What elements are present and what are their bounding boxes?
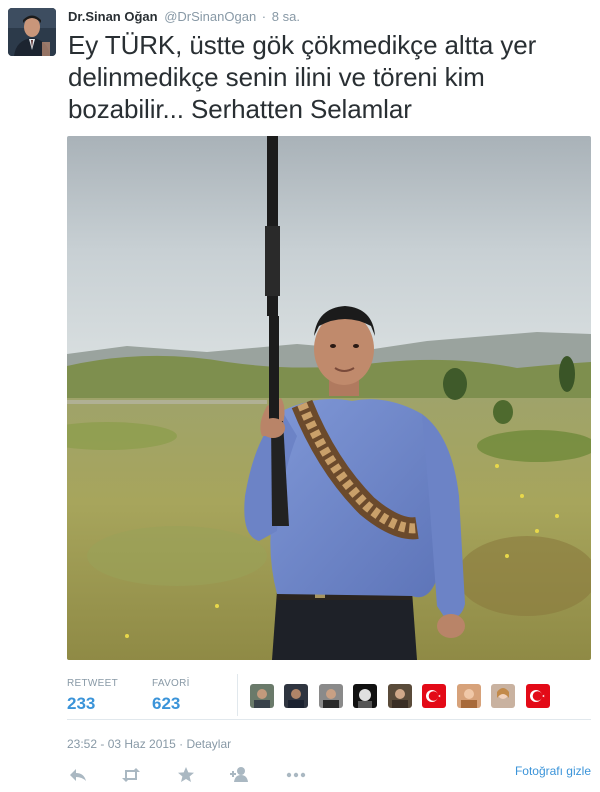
favoriter-avatars [250,684,556,710]
favoriter-avatar[interactable] [318,684,343,708]
retweet-label: RETWEET [67,678,118,689]
author-fullname[interactable]: Dr.Sinan Oğan [68,9,158,24]
favoriter-avatar[interactable] [284,684,309,708]
favoriter-avatar[interactable] [353,684,378,708]
favoriter-avatar[interactable] [456,684,481,708]
favoriter-avatar[interactable] [387,684,412,708]
favoriter-avatar[interactable] [491,684,516,708]
tweet-meta: 23:52 - 03 Haz 2015 · Detaylar [67,737,231,751]
details-link[interactable]: Detaylar [186,737,231,751]
author-username[interactable]: @DrSinanOgan [164,9,256,24]
tweet: Dr.Sinan Oğan @DrSinanOgan · 8 sa. Ey TÜ… [0,0,600,792]
tweet-photo[interactable] [67,136,591,660]
tweet-timestamp: 23:52 - 03 Haz 2015 [67,737,176,751]
hide-photo-link[interactable]: Fotoğrafı gizle [515,764,591,778]
favorite-stat[interactable]: FAVORİ 623 [152,678,190,715]
separator-dot: · [261,9,267,24]
profile-avatar[interactable] [8,8,56,56]
retweet-stat[interactable]: RETWEET 233 [67,678,118,715]
tweet-header: Dr.Sinan Oğan @DrSinanOgan · 8 sa. [68,9,300,25]
favorite-label: FAVORİ [152,678,190,689]
turkish-flag-avatar[interactable] [422,684,447,708]
tweet-time[interactable]: 8 sa. [272,9,300,24]
retweet-icon[interactable] [120,764,142,786]
meta-separator: · [179,737,184,751]
reply-icon[interactable] [67,764,89,786]
more-icon[interactable] [285,764,307,786]
tweet-actions: Fotoğrafı gizle [67,764,591,786]
favorite-count: 623 [152,694,181,713]
stats-divider [237,674,238,716]
turkish-flag-avatar[interactable] [525,684,550,708]
follow-icon[interactable] [228,764,250,786]
tweet-text: Ey TÜRK, üstte gök çökmedikçe altta yer … [68,30,537,124]
stats-bottom-divider [67,719,591,720]
tweet-stats: RETWEET 233 FAVORİ 623 [67,670,591,720]
retweet-count: 233 [67,694,96,713]
favorite-icon[interactable] [175,764,197,786]
favoriter-avatar[interactable] [250,684,274,708]
